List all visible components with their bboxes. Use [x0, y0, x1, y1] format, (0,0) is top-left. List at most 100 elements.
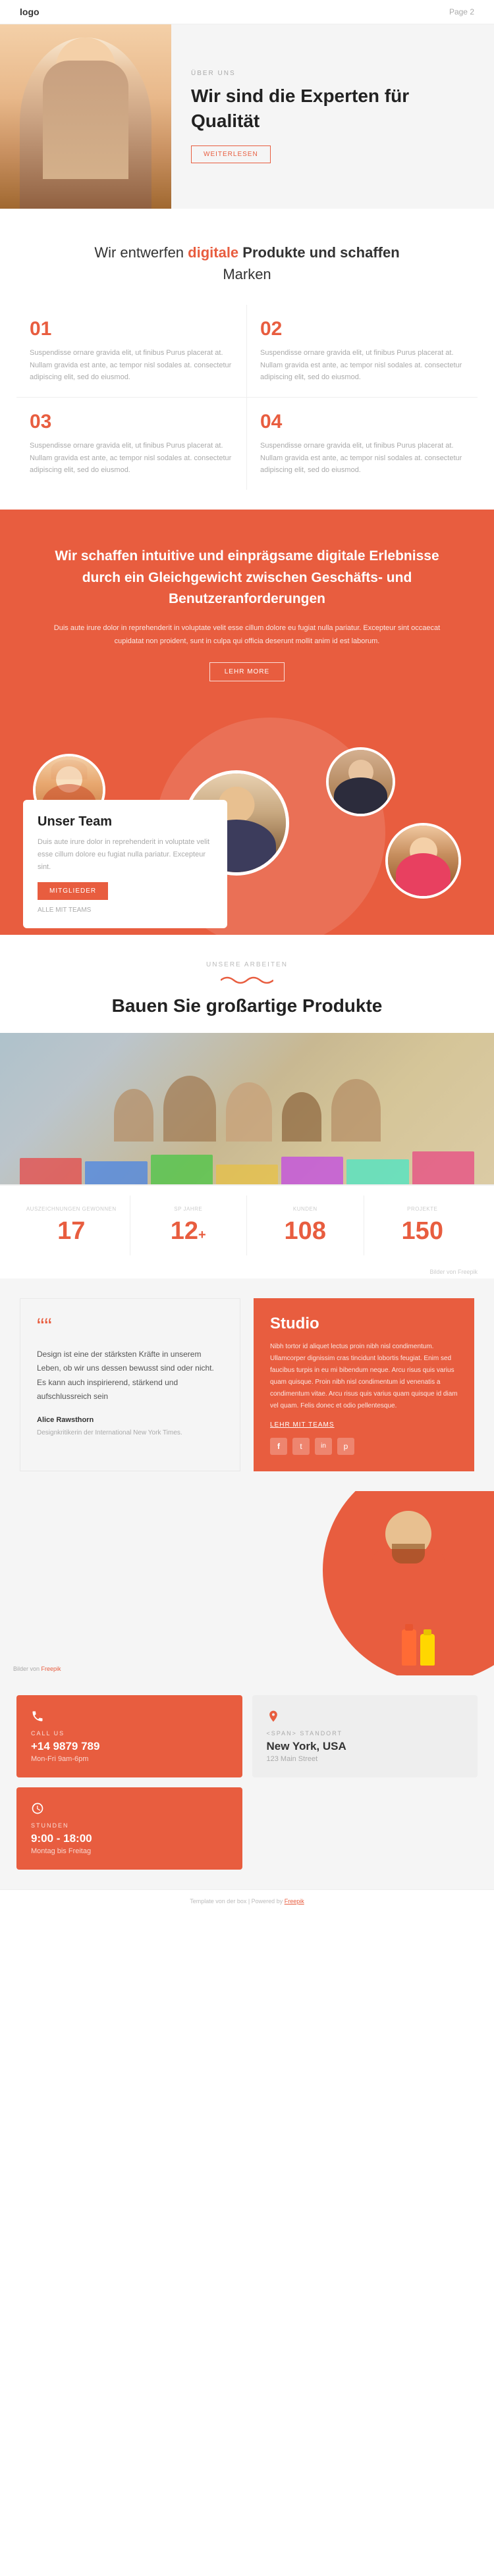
card-text-4: Suspendisse ornare gravida elit, ut fini…: [260, 440, 464, 477]
works-image: [0, 1033, 494, 1184]
contact-location-title: New York, USA: [267, 1740, 464, 1753]
stat-projects-label: PROJEKTE: [368, 1205, 478, 1213]
contact-location: <SPAN> STANDORT New York, USA 123 Main S…: [252, 1695, 478, 1777]
contact-call: CALL US +14 9879 789 Mon-Fri 9am-6pm: [16, 1695, 242, 1777]
orange-text: Duis aute irure dolor in reprehenderit i…: [43, 622, 451, 648]
team-all-link[interactable]: ALLE MIT TEAMS: [38, 907, 213, 914]
wave-icon: [221, 974, 273, 987]
quote-author-name: Alice Rawsthorn: [37, 1416, 223, 1424]
phone-icon: [31, 1710, 228, 1726]
stat-projects: PROJEKTE 150: [364, 1196, 481, 1255]
works-title: Bauen Sie großartige Produkte: [0, 995, 494, 1016]
team-section: Unser Team Duis aute irure dolor in repr…: [0, 718, 494, 935]
stat-years: SP JAHRE 12 +: [130, 1196, 248, 1255]
card-02: 02 Suspendisse ornare gravida elit, ut f…: [247, 305, 478, 398]
stat-projects-num: 150: [402, 1217, 443, 1246]
quote-author-title: Designkritikerin der International New Y…: [37, 1429, 182, 1436]
stat-years-num: 12: [171, 1217, 198, 1246]
contact-empty: [252, 1787, 478, 1870]
contact-location-text: 123 Main Street: [267, 1755, 464, 1763]
card-num-1: 01: [30, 318, 233, 340]
card-04: 04 Suspendisse ornare gravida elit, ut f…: [247, 398, 478, 490]
stat-clients-label: KUNDEN: [250, 1205, 360, 1213]
quote-box: ““ Design ist eine der stärksten Kräfte …: [20, 1298, 240, 1471]
quote-author: Alice Rawsthorn Designkritikerin der Int…: [37, 1416, 223, 1438]
stat-clients: KUNDEN 108: [247, 1196, 364, 1255]
contact-hours-title: 9:00 - 18:00: [31, 1832, 228, 1845]
tagline-rest: und schaffen: [306, 244, 400, 261]
card-num-3: 03: [30, 411, 233, 433]
orange-section: Wir schaffen intuitive und einprägsame d…: [0, 510, 494, 718]
quote-icon: ““: [37, 1315, 223, 1338]
contact-call-text: Mon-Fri 9am-6pm: [31, 1755, 228, 1763]
footer-link[interactable]: Freepik: [285, 1898, 304, 1905]
quote-studio-section: ““ Design ist eine der stärksten Kräfte …: [0, 1278, 494, 1491]
studio-title: Studio: [270, 1315, 458, 1333]
stat-clients-num: 108: [285, 1217, 326, 1246]
contact-call-title: +14 9879 789: [31, 1740, 228, 1753]
wave-decoration: [0, 974, 494, 990]
tagline-title: Wir entwerfen digitale Produkte und scha…: [46, 242, 448, 285]
team-title: Unser Team: [38, 814, 213, 829]
team-text: Duis aute irure dolor in reprehenderit i…: [38, 836, 213, 873]
social-linkedin[interactable]: in: [315, 1438, 332, 1455]
social-twitter[interactable]: t: [292, 1438, 310, 1455]
header: logo Page 2: [0, 0, 494, 24]
card-text-3: Suspendisse ornare gravida elit, ut fini…: [30, 440, 233, 477]
card-num-4: 04: [260, 411, 464, 433]
card-03: 03 Suspendisse ornare gravida elit, ut f…: [16, 398, 247, 490]
studio-social: f t in p: [270, 1438, 458, 1455]
social-pinterest[interactable]: p: [337, 1438, 354, 1455]
stat-years-suffix: +: [198, 1228, 206, 1243]
hero-label: ÜBER UNS: [191, 70, 474, 77]
contact-hours-label: STUNDEN: [31, 1822, 228, 1829]
orange-btn[interactable]: LEHR MORE: [209, 662, 285, 681]
hero-section: ÜBER UNS Wir sind die Experten für Quali…: [0, 24, 494, 209]
hero-title: Wir sind die Experten für Qualität: [191, 84, 474, 134]
card-01: 01 Suspendisse ornare gravida elit, ut f…: [16, 305, 247, 398]
contact-call-label: CALL US: [31, 1730, 228, 1737]
works-label: UNSERE ARBEITEN: [0, 961, 494, 968]
social-facebook[interactable]: f: [270, 1438, 287, 1455]
bottles-decoration: [402, 1629, 435, 1666]
works-section: UNSERE ARBEITEN Bauen Sie großartige Pro…: [0, 935, 494, 1184]
stat-years-label: SP JAHRE: [134, 1205, 244, 1213]
photo-credit-1: Bilder von Freepik: [0, 1265, 494, 1278]
studio-box: Studio Nibh tortor id aliquet lectus pro…: [254, 1298, 474, 1471]
avatar-3: [326, 747, 395, 816]
quote-text: Design ist eine der stärksten Kräfte in …: [37, 1348, 223, 1404]
stats-section: AUSZEICHNUNGEN GEWONNEN 17 SP JAHRE 12 +…: [0, 1184, 494, 1265]
team-avatars-area: Unser Team Duis aute irure dolor in repr…: [13, 737, 481, 935]
logo: logo: [20, 7, 40, 17]
footer-text: Template von der box | Powered by: [190, 1898, 284, 1905]
location-icon: [267, 1710, 464, 1726]
orange-title: Wir schaffen intuitive und einprägsame d…: [43, 546, 451, 610]
clock-icon: [31, 1802, 228, 1818]
team-card: Unser Team Duis aute irure dolor in repr…: [23, 800, 227, 928]
tagline-products: Produkte: [238, 244, 305, 261]
hero-readmore-button[interactable]: WEITERLESEN: [191, 145, 271, 163]
stat-awards-num: 17: [57, 1217, 85, 1246]
bottom-person-section: Bilder von Freepik: [0, 1491, 494, 1675]
cards-grid: 01 Suspendisse ornare gravida elit, ut f…: [0, 305, 494, 510]
stat-awards-label: AUSZEICHNUNGEN GEWONNEN: [16, 1205, 126, 1213]
tagline-highlight: digitale: [188, 244, 238, 261]
hero-image: [0, 24, 171, 209]
card-text-2: Suspendisse ornare gravida elit, ut fini…: [260, 347, 464, 384]
stat-awards: AUSZEICHNUNGEN GEWONNEN 17: [13, 1196, 130, 1255]
photo-credit-2: Bilder von Freepik: [13, 1666, 61, 1672]
tagline-section: Wir entwerfen digitale Produkte und scha…: [0, 209, 494, 305]
contact-hours-text: Montag bis Freitag: [31, 1847, 228, 1855]
card-text-1: Suspendisse ornare gravida elit, ut fini…: [30, 347, 233, 384]
studio-text: Nibh tortor id aliquet lectus proin nibh…: [270, 1341, 458, 1412]
team-btn[interactable]: MITGLIEDER: [38, 882, 108, 900]
studio-link[interactable]: LEHR MIT TEAMS: [270, 1421, 458, 1429]
page-number: Page 2: [449, 7, 474, 16]
contact-section: CALL US +14 9879 789 Mon-Fri 9am-6pm <SP…: [0, 1675, 494, 1889]
contact-hours: STUNDEN 9:00 - 18:00 Montag bis Freitag: [16, 1787, 242, 1870]
contact-location-label: <SPAN> STANDORT: [267, 1730, 464, 1737]
footer: Template von der box | Powered by Freepi…: [0, 1889, 494, 1912]
hero-content: ÜBER UNS Wir sind die Experten für Quali…: [171, 24, 494, 209]
card-num-2: 02: [260, 318, 464, 340]
avatar-4: [385, 823, 461, 899]
